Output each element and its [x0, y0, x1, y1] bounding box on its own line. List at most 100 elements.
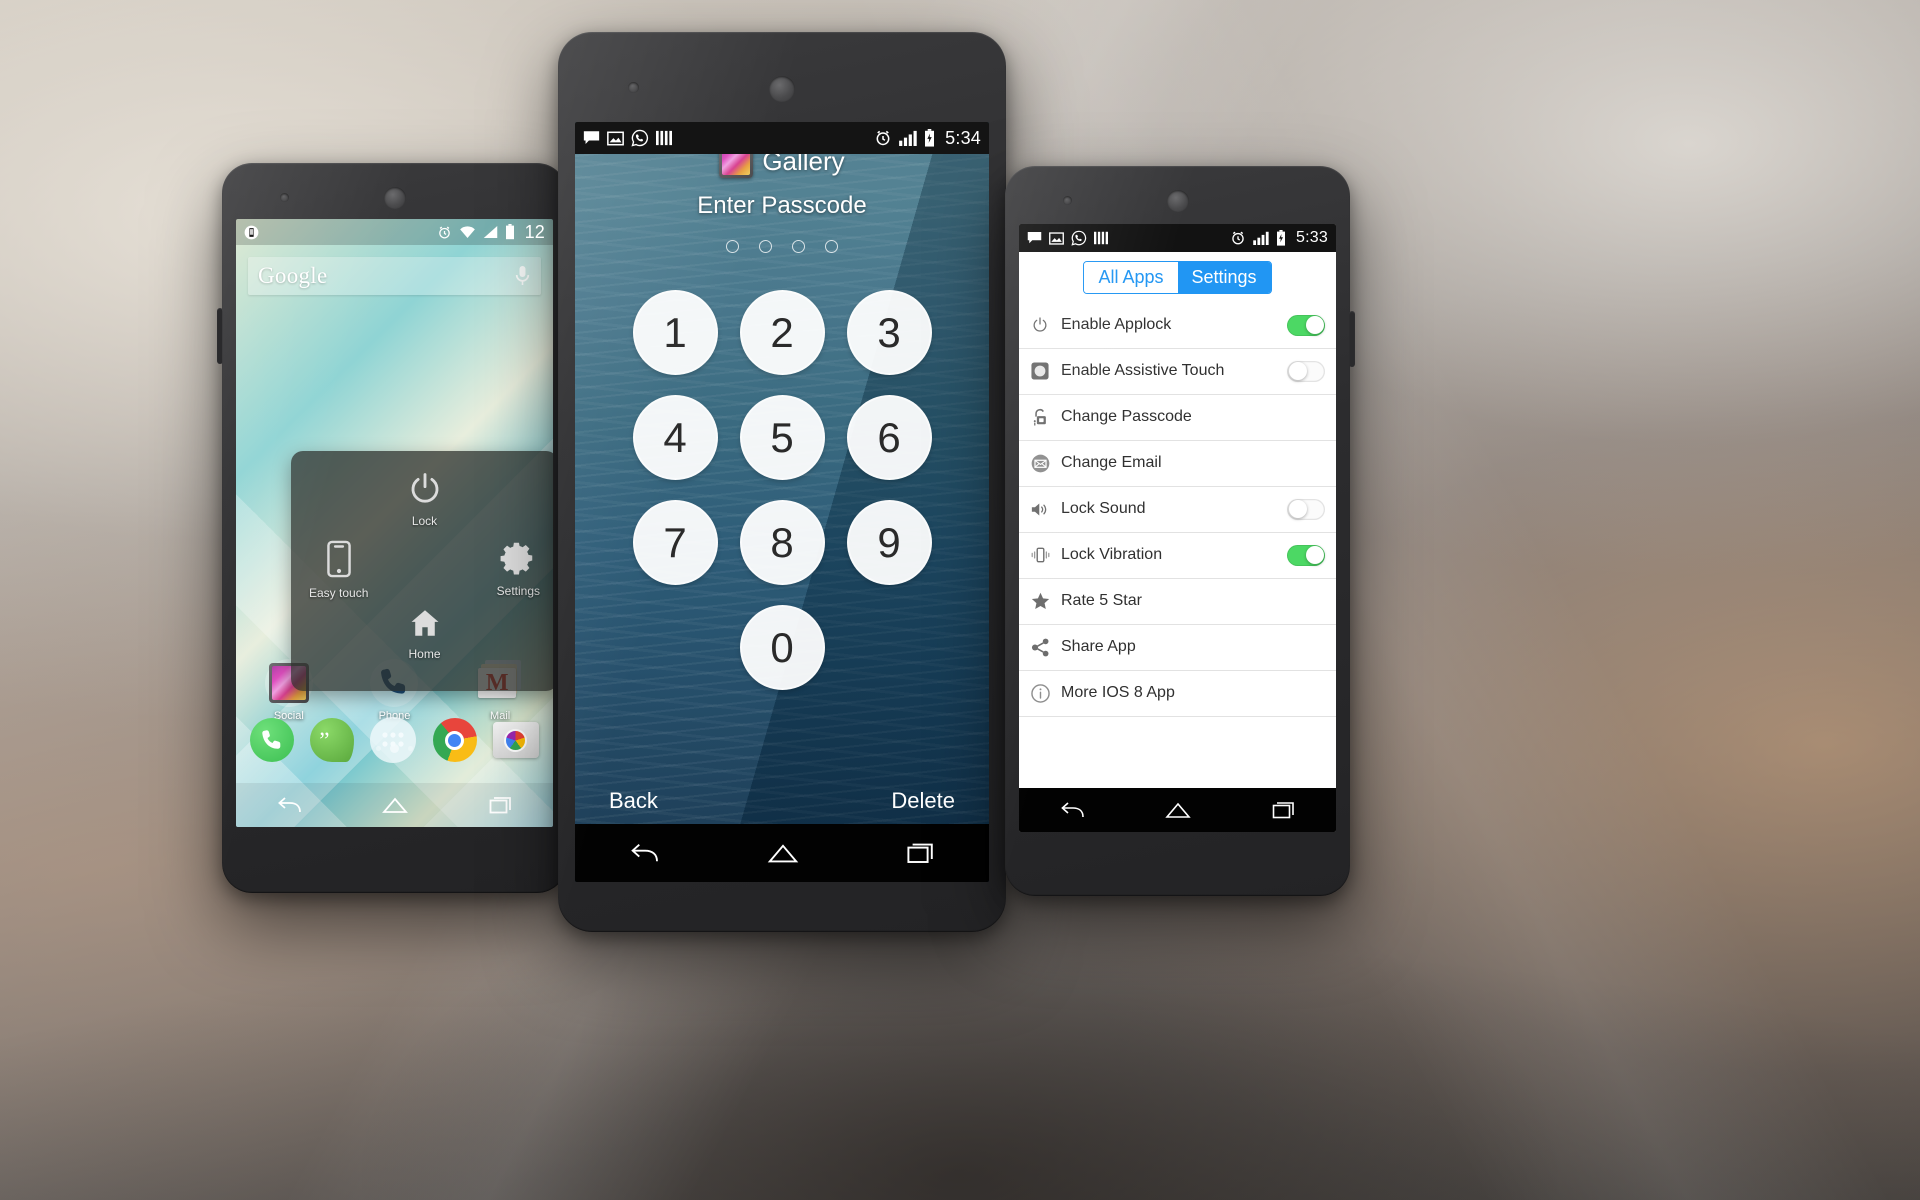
keypad-key-7[interactable]: 7: [632, 500, 718, 585]
keypad-key-0[interactable]: 0: [739, 605, 825, 690]
earpiece-speaker: [769, 76, 795, 102]
settings-row-change-email[interactable]: Change Email: [1019, 440, 1336, 487]
back-icon[interactable]: [1058, 799, 1086, 821]
front-camera-icon: [628, 82, 639, 93]
assistive-item-label: Home: [408, 647, 441, 661]
home-icon[interactable]: [766, 841, 800, 865]
passcode-dot: [759, 240, 772, 253]
dock-phone-button[interactable]: [250, 718, 295, 762]
google-search-label: Google: [258, 263, 328, 288]
settings-row-change-passcode[interactable]: Change Passcode: [1019, 394, 1336, 441]
passcode-keypad: 1 2 3 4 5 6 7 8 9 0: [575, 290, 989, 710]
home-icon[interactable]: [382, 795, 409, 815]
passcode-dot: [792, 240, 805, 253]
settings-row-lock-vibration[interactable]: Lock Vibration: [1019, 532, 1336, 579]
back-icon[interactable]: [627, 840, 661, 866]
keypad-key-9[interactable]: 9: [846, 500, 932, 585]
keypad-row: 7 8 9: [575, 500, 989, 585]
power-button[interactable]: [1349, 311, 1355, 367]
recents-icon[interactable]: [1271, 800, 1297, 820]
signal-icon: [483, 226, 497, 238]
message-icon: [583, 131, 600, 144]
settings-list-filler: [1019, 716, 1336, 783]
settings-row-label: Enable Applock: [1061, 316, 1172, 333]
dock-chrome-button[interactable]: [432, 718, 477, 762]
dock-hangouts-button[interactable]: ”: [310, 718, 355, 762]
keypad-row: 1 2 3: [575, 290, 989, 375]
keypad-key-5[interactable]: 5: [739, 395, 825, 480]
toggle-lock-sound[interactable]: [1287, 498, 1325, 520]
keypad-key-3[interactable]: 3: [846, 290, 932, 375]
volume-button[interactable]: [217, 308, 223, 364]
recents-icon[interactable]: [489, 795, 513, 815]
settings-row-label: More IOS 8 App: [1061, 684, 1175, 701]
left-navbar: [236, 783, 553, 827]
keypad-key-1[interactable]: 1: [632, 290, 718, 375]
passcode-prompt: Enter Passcode: [697, 192, 867, 219]
google-search-bar[interactable]: Google: [248, 257, 541, 295]
battery-icon: [925, 129, 935, 147]
right-navbar: [1019, 788, 1336, 832]
settings-body: 5:33 All Apps Settings Enable Applock En…: [1019, 224, 1336, 832]
settings-row-share-app[interactable]: Share App: [1019, 624, 1336, 671]
settings-row-more-ios8-app[interactable]: More IOS 8 App: [1019, 670, 1336, 717]
right-phone-screen: 5:33 All Apps Settings Enable Applock En…: [1019, 224, 1336, 832]
envelope-icon: [1030, 453, 1050, 473]
vibration-icon: [1030, 545, 1050, 565]
keypad-key-6[interactable]: 6: [846, 395, 932, 480]
recents-icon[interactable]: [905, 841, 937, 865]
power-icon: [1030, 315, 1050, 335]
camera-icon: [504, 728, 528, 752]
delete-button[interactable]: Delete: [891, 788, 955, 814]
bars-icon: [1094, 231, 1108, 245]
dock-camera-button[interactable]: [492, 722, 539, 758]
keypad-key-2[interactable]: 2: [739, 290, 825, 375]
settings-row-enable-assistive-touch[interactable]: Enable Assistive Touch: [1019, 348, 1336, 395]
photo-icon: [607, 131, 624, 145]
settings-row-label: Change Passcode: [1061, 408, 1192, 425]
tab-all-apps[interactable]: All Apps: [1084, 262, 1178, 293]
settings-row-label: Enable Assistive Touch: [1061, 362, 1225, 379]
settings-row-rate-5-star[interactable]: Rate 5 Star: [1019, 578, 1336, 625]
right-phone-device: 5:33 All Apps Settings Enable Applock En…: [1005, 166, 1355, 896]
wifi-icon: [459, 226, 475, 238]
phone-icon: [262, 730, 281, 749]
power-icon: [411, 473, 438, 503]
left-statusbar: 12: [236, 219, 553, 245]
assistive-item-lock[interactable]: Lock: [407, 471, 443, 528]
home-icon[interactable]: [1164, 800, 1192, 820]
tab-settings[interactable]: Settings: [1177, 262, 1271, 293]
vibrate-phone-icon: [244, 225, 259, 239]
settings-row-enable-applock[interactable]: Enable Applock: [1019, 302, 1336, 349]
microphone-icon[interactable]: [514, 265, 531, 287]
keypad-row: 0: [575, 605, 989, 690]
assistive-item-settings[interactable]: Settings: [497, 539, 540, 598]
assistive-item-label: Easy touch: [309, 586, 369, 600]
toggle-enable-assistive-touch[interactable]: [1287, 360, 1325, 382]
keypad-row: 4 5 6: [575, 395, 989, 480]
toggle-enable-applock[interactable]: [1287, 314, 1325, 336]
center-statusbar: 5:34: [575, 122, 989, 154]
photo-icon: [1049, 231, 1064, 245]
settings-row-lock-sound[interactable]: Lock Sound: [1019, 486, 1336, 533]
keypad-key-4[interactable]: 4: [632, 395, 718, 480]
back-button[interactable]: Back: [609, 788, 658, 814]
alarm-icon: [438, 226, 450, 238]
passcode-dot: [726, 240, 739, 253]
toggle-lock-vibration[interactable]: [1287, 544, 1325, 566]
dock-app-drawer-button[interactable]: [370, 717, 417, 763]
assistive-item-home[interactable]: Home: [408, 606, 442, 661]
chrome-icon: [445, 730, 465, 750]
passcode-dot: [825, 240, 838, 253]
home-icon: [411, 610, 438, 636]
right-status-time: 5:33: [1296, 229, 1328, 246]
assistive-touch-panel: Lock Easy touch Settings Home: [291, 451, 553, 691]
keypad-key-8[interactable]: 8: [739, 500, 825, 585]
lockscreen-header: Gallery Enter Passcode: [575, 144, 989, 253]
settings-row-label: Lock Sound: [1061, 500, 1146, 517]
back-icon[interactable]: [276, 794, 302, 816]
settings-row-label: Change Email: [1061, 454, 1162, 471]
assistive-touch-icon: [1030, 361, 1050, 381]
star-icon: [1030, 591, 1050, 611]
assistive-item-easy-touch[interactable]: Easy touch: [309, 539, 368, 600]
